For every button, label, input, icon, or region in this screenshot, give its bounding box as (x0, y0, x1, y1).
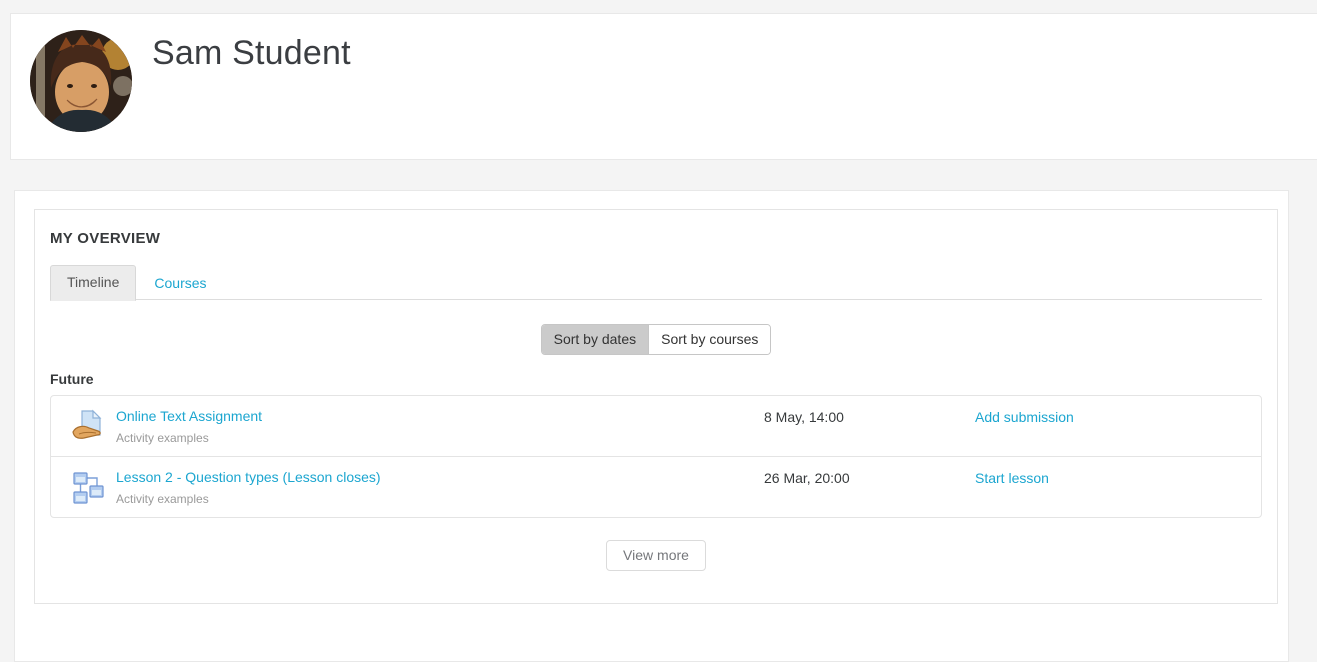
avatar-image (30, 30, 132, 132)
add-submission-link[interactable]: Add submission (975, 409, 1074, 425)
event-date: 8 May, 14:00 (764, 408, 975, 425)
sort-button-group: Sort by dates Sort by courses (541, 324, 772, 355)
block-title: MY OVERVIEW (50, 230, 1262, 247)
event-course-name: Activity examples (116, 431, 764, 445)
start-lesson-link[interactable]: Start lesson (975, 470, 1049, 486)
event-text: Online Text Assignment Activity examples (116, 408, 764, 445)
sort-by-courses-button[interactable]: Sort by courses (648, 325, 770, 354)
my-overview-block: MY OVERVIEW Timeline Courses Sort by dat… (34, 209, 1278, 604)
tab-timeline[interactable]: Timeline (50, 265, 136, 301)
view-more-row: View more (50, 540, 1262, 571)
event-action: Start lesson (975, 469, 1246, 488)
lesson-icon (71, 470, 105, 504)
view-more-button[interactable]: View more (606, 540, 706, 571)
assignment-icon (71, 409, 105, 443)
user-header-card: Sam Student (10, 13, 1317, 160)
event-date: 26 Mar, 20:00 (764, 469, 975, 486)
event-title-link[interactable]: Lesson 2 - Question types (Lesson closes… (116, 469, 381, 485)
avatar (30, 30, 132, 132)
sort-by-dates-button[interactable]: Sort by dates (542, 325, 649, 354)
event-text: Lesson 2 - Question types (Lesson closes… (116, 469, 764, 506)
event-row: Lesson 2 - Question types (Lesson closes… (51, 456, 1261, 517)
event-row: Online Text Assignment Activity examples… (51, 396, 1261, 456)
user-name: Sam Student (152, 34, 351, 73)
dashboard-content-card: MY OVERVIEW Timeline Courses Sort by dat… (14, 190, 1289, 662)
tab-bar: Timeline Courses (50, 265, 1262, 300)
section-heading-future: Future (50, 371, 1262, 387)
event-list: Online Text Assignment Activity examples… (50, 395, 1262, 518)
sort-row: Sort by dates Sort by courses (50, 324, 1262, 355)
event-action: Add submission (975, 408, 1246, 427)
tab-courses[interactable]: Courses (138, 267, 222, 299)
event-title-link[interactable]: Online Text Assignment (116, 408, 262, 424)
event-course-name: Activity examples (116, 492, 764, 506)
